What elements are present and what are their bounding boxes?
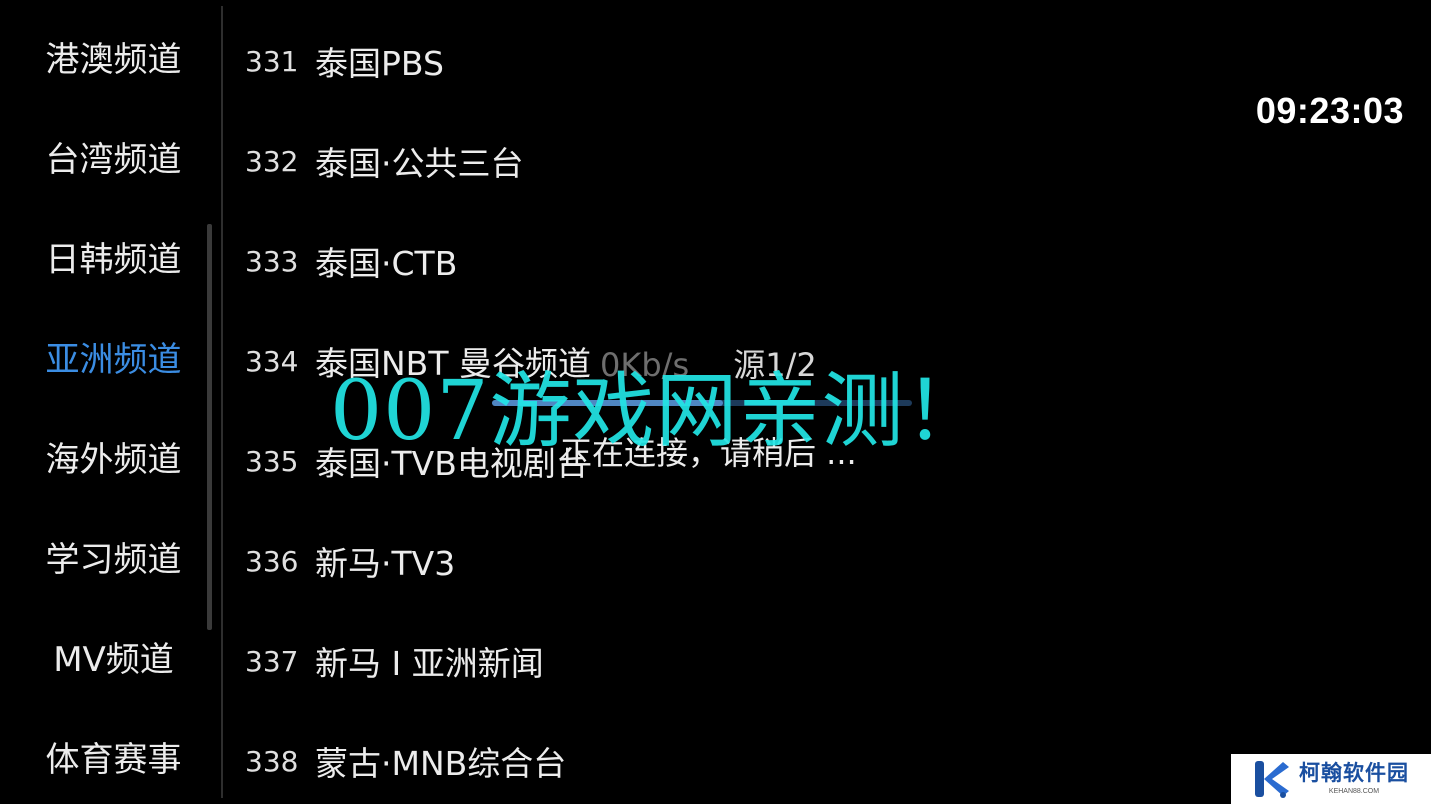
category-item-overseas[interactable]: 海外频道: [0, 406, 222, 506]
channel-number: 335: [245, 444, 299, 478]
channel-name: 新马 I 亚洲新闻: [315, 644, 544, 683]
channel-name: 泰国·CTB: [315, 244, 458, 283]
channel-number: 337: [245, 644, 299, 678]
source-indicator: 源1/2: [733, 346, 817, 384]
logo-k-icon: [1255, 761, 1289, 798]
channel-row[interactable]: 336 新马·TV3: [223, 511, 1103, 611]
site-logo-badge: 柯翰软件园 KEHAN88.COM: [1231, 754, 1431, 804]
channel-name: 泰国·公共三台: [315, 144, 524, 183]
channel-row[interactable]: 338 蒙古·MNB综合台: [223, 711, 1103, 804]
logo-domain: KEHAN88.COM: [1328, 788, 1380, 795]
stream-status: 0Kb/s 源1/2: [600, 340, 817, 386]
category-sidebar: 港澳频道 台湾频道 日韩频道 亚洲频道 海外频道 学习频道 MV频道 体育赛事: [0, 0, 222, 804]
channel-name: 泰国NBT 曼谷频道: [315, 344, 591, 383]
channel-row[interactable]: 332 泰国·公共三台: [223, 111, 1103, 211]
category-item-asia[interactable]: 亚洲频道: [0, 306, 222, 406]
channel-number: 333: [245, 244, 299, 278]
loading-progress-bar: [492, 400, 912, 406]
channel-number: 336: [245, 544, 299, 578]
category-item-hk-macau[interactable]: 港澳频道: [0, 6, 222, 106]
sidebar-scrollbar[interactable]: [207, 224, 212, 630]
channel-row[interactable]: 333 泰国·CTB: [223, 211, 1103, 311]
category-item-japan-korea[interactable]: 日韩频道: [0, 206, 222, 306]
category-item-learning[interactable]: 学习频道: [0, 506, 222, 606]
channel-number: 332: [245, 144, 299, 178]
channel-number: 331: [245, 44, 299, 78]
category-item-taiwan[interactable]: 台湾频道: [0, 106, 222, 206]
category-item-mv[interactable]: MV频道: [0, 606, 222, 706]
channel-row[interactable]: 331 泰国PBS: [223, 11, 1103, 111]
channel-name: 新马·TV3: [315, 544, 456, 583]
channel-name: 泰国PBS: [315, 44, 444, 83]
clock: 09:23:03: [1255, 90, 1404, 131]
logo-name: 柯翰软件园: [1299, 761, 1409, 785]
loading-progress-fill: [492, 400, 723, 406]
channel-name: 蒙古·MNB综合台: [315, 744, 567, 783]
channel-number: 338: [245, 744, 299, 778]
category-item-sports[interactable]: 体育赛事: [0, 706, 222, 804]
channel-name: 泰国·TVB电视剧台: [315, 444, 589, 483]
channel-number: 334: [245, 344, 299, 378]
connecting-message: 正在连接，请稍后 ...: [560, 434, 857, 472]
channel-row[interactable]: 337 新马 I 亚洲新闻: [223, 611, 1103, 711]
download-speed: 0Kb/s: [600, 346, 690, 384]
iptv-player-screen: 港澳频道 台湾频道 日韩频道 亚洲频道 海外频道 学习频道 MV频道 体育赛事 …: [0, 0, 1431, 804]
